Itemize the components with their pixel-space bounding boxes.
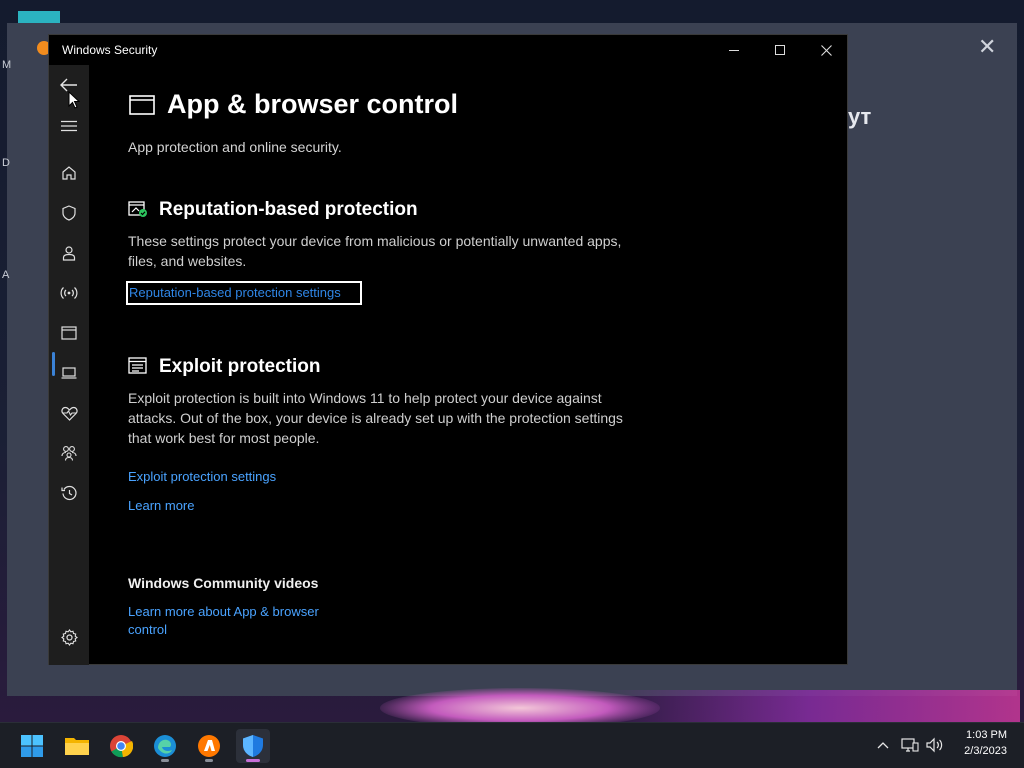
background-close-icon[interactable]: ✕ [978,36,996,58]
chrome-icon [110,735,133,758]
taskbar [0,722,1024,768]
tray-volume-button[interactable] [925,735,945,755]
back-arrow-icon [60,78,77,92]
navigation-rail [49,65,89,665]
wireless-icon [60,287,78,299]
reputation-settings-link[interactable]: Reputation-based protection settings [128,283,360,300]
nav-active-indicator [52,352,55,376]
start-button[interactable] [15,729,49,763]
volume-icon [926,737,943,753]
exploit-protection-icon [128,357,147,374]
windows-security-window: Windows Security App & browser control A… [48,34,848,665]
community-videos-title: Windows Community videos [128,575,319,591]
reputation-settings-link-focus[interactable]: Reputation-based protection settings [126,281,362,305]
title-bar[interactable]: Windows Security [49,35,847,65]
taskbar-chrome[interactable] [104,729,138,763]
app-browser-icon [129,95,155,115]
nav-settings[interactable] [57,625,81,649]
home-icon [62,166,76,180]
exploit-section-description: Exploit protection is built into Windows… [128,390,623,446]
nav-family-options[interactable] [57,441,81,465]
nav-account-protection[interactable] [57,241,81,265]
history-icon [60,485,77,500]
learn-more-link[interactable]: Learn more [128,498,194,513]
edge-icon [154,735,176,757]
taskbar-avast[interactable] [192,729,226,763]
running-indicator [205,759,213,762]
settings-gear-icon [60,628,78,646]
heart-pulse-icon [60,406,78,421]
tray-overflow-button[interactable] [873,735,893,755]
reputation-protection-icon [128,201,147,217]
network-icon [901,738,919,752]
taskbar-edge[interactable] [148,729,182,763]
shield-icon [62,205,76,221]
main-content: App & browser control App protection and… [89,65,847,665]
page-title: App & browser control [167,89,459,119]
minimize-icon [729,49,739,51]
reputation-section-description: These settings protect your device from … [128,233,622,269]
taskbar-windows-security[interactable] [236,729,270,763]
exploit-settings-link[interactable]: Exploit protection settings [128,469,276,484]
person-icon [62,246,76,261]
nav-device-performance[interactable] [57,401,81,425]
laptop-icon [61,367,77,379]
exploit-section-title: Exploit protection [159,356,321,377]
community-video-link[interactable]: Learn more about App & browser control [128,603,348,639]
reputation-section-title: Reputation-based protection [159,199,418,220]
app-browser-icon [61,326,77,340]
background-edge-text: D [2,157,10,169]
chevron-up-icon [877,742,889,749]
hamburger-icon [61,120,77,132]
page-subtitle: App protection and online security. [128,139,342,155]
file-explorer-icon [65,738,89,755]
close-icon [820,44,832,56]
background-edge-text: A [2,269,10,281]
nav-protection-history[interactable] [57,481,81,505]
maximize-button[interactable] [757,35,803,65]
clock-time[interactable]: 1:03 PM [955,729,1007,741]
avast-icon [198,735,220,757]
wallpaper-glow [600,690,1020,722]
background-edge-text: M [2,59,12,71]
nav-virus-protection[interactable] [57,201,81,225]
windows-start-icon [21,735,43,757]
taskbar-file-explorer[interactable] [60,729,94,763]
tray-network-button[interactable] [900,735,920,755]
background-window-title: ут [848,104,872,129]
nav-firewall[interactable] [57,281,81,305]
nav-home[interactable] [57,161,81,185]
mouse-cursor-icon [68,91,80,109]
menu-button[interactable] [57,114,81,138]
window-title: Windows Security [62,43,158,57]
running-indicator [161,759,169,762]
running-indicator [246,759,260,762]
nav-app-browser-control[interactable] [57,321,81,345]
family-icon [61,446,77,461]
maximize-icon [775,45,785,55]
close-button[interactable] [803,35,849,65]
minimize-button[interactable] [711,35,757,65]
clock-date[interactable]: 2/3/2023 [945,745,1007,757]
nav-device-security[interactable] [57,361,81,385]
windows-security-icon [243,735,263,757]
